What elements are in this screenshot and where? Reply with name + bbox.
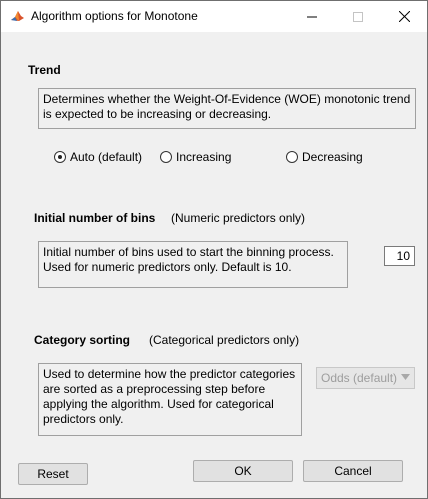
- radio-button[interactable]: [160, 151, 172, 163]
- window-title: Algorithm options for Monotone: [31, 9, 198, 23]
- matlab-app-icon: [10, 9, 25, 24]
- radio-increasing[interactable]: Increasing: [160, 150, 231, 164]
- maximize-button: [335, 1, 381, 32]
- close-button[interactable]: [381, 1, 427, 32]
- initial-bins-input[interactable]: 10: [384, 246, 415, 266]
- minimize-icon: [307, 16, 317, 17]
- trend-heading: Trend: [28, 63, 61, 77]
- cancel-button[interactable]: Cancel: [303, 460, 403, 482]
- maximize-icon: [353, 11, 363, 22]
- radio-auto[interactable]: Auto (default): [54, 150, 142, 164]
- dialog-window: Algorithm options for Monotone Trend Det…: [0, 0, 428, 499]
- category-sorting-value: Odds (default): [321, 371, 398, 385]
- bins-note: (Numeric predictors only): [171, 211, 306, 225]
- sorting-note: (Categorical predictors only): [149, 333, 300, 347]
- radio-button[interactable]: [286, 151, 298, 163]
- minimize-button[interactable]: [289, 1, 335, 32]
- radio-button-selected[interactable]: [54, 151, 66, 163]
- radio-increasing-label: Increasing: [176, 150, 232, 164]
- title-bar[interactable]: Algorithm options for Monotone: [1, 1, 427, 32]
- close-icon: [398, 11, 410, 22]
- chevron-down-icon: [401, 374, 410, 380]
- sorting-description: Used to determine how the predictor cate…: [38, 363, 302, 436]
- radio-decreasing-label: Decreasing: [302, 150, 363, 164]
- trend-description: Determines whether the Weight-Of-Evidenc…: [38, 88, 416, 129]
- category-sorting-dropdown[interactable]: Odds (default): [316, 367, 415, 389]
- bins-heading: Initial number of bins: [34, 211, 156, 225]
- bins-description: Initial number of bins used to start the…: [38, 241, 348, 288]
- radio-decreasing[interactable]: Decreasing: [286, 150, 363, 164]
- radio-auto-label: Auto (default): [70, 150, 143, 164]
- ok-button[interactable]: OK: [193, 460, 293, 482]
- sorting-heading: Category sorting: [34, 333, 131, 347]
- reset-button[interactable]: Reset: [18, 463, 88, 485]
